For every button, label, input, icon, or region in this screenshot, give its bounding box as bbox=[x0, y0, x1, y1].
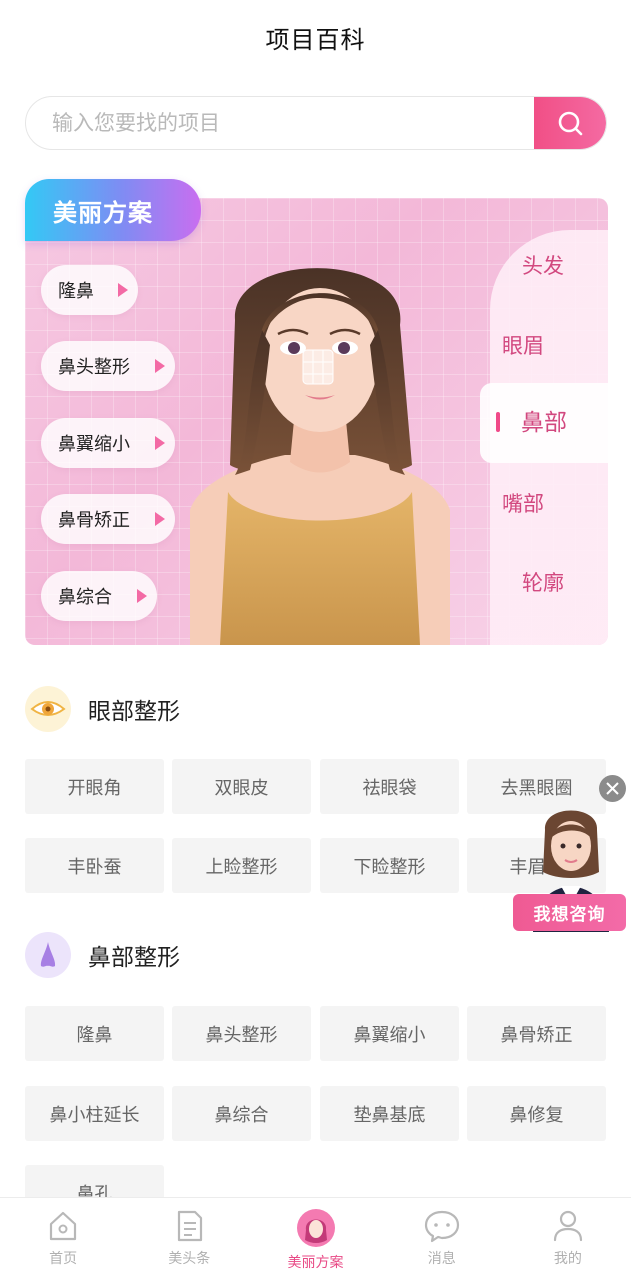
part-hair[interactable]: 头发 bbox=[478, 250, 608, 280]
procedure-label: 鼻综合 bbox=[58, 587, 112, 608]
face-part-panel: 头发 眼眉 鼻部 嘴部 轮廓 bbox=[480, 230, 608, 645]
close-consult-button[interactable] bbox=[599, 775, 626, 802]
profile-icon bbox=[553, 1210, 583, 1242]
procedure-tag[interactable]: 鼻翼缩小 bbox=[320, 1006, 459, 1061]
part-nose[interactable]: 鼻部 bbox=[480, 383, 608, 463]
home-icon bbox=[49, 1211, 77, 1241]
search-icon bbox=[558, 111, 583, 136]
play-arrow-icon bbox=[155, 512, 165, 526]
nav-label: 消息 bbox=[427, 1251, 456, 1267]
nav-beauty-plan[interactable]: 美丽方案 bbox=[252, 1198, 378, 1280]
header: 项目百科 bbox=[0, 0, 631, 74]
nav-home[interactable]: 首页 bbox=[0, 1198, 126, 1280]
procedure-label: 鼻翼缩小 bbox=[58, 434, 130, 455]
woman-illustration bbox=[190, 268, 450, 645]
procedure-button[interactable]: 鼻骨矫正 bbox=[41, 494, 175, 544]
procedure-tag[interactable]: 丰卧蚕 bbox=[25, 838, 164, 893]
search-bar bbox=[25, 96, 607, 150]
eye-icon bbox=[25, 686, 71, 732]
procedure-tag[interactable]: 垫鼻基底 bbox=[320, 1086, 459, 1141]
nose-icon bbox=[25, 932, 71, 978]
procedure-label: 鼻骨矫正 bbox=[58, 510, 130, 531]
procedure-label: 鼻头整形 bbox=[58, 357, 130, 378]
procedure-tag[interactable]: 双眼皮 bbox=[172, 759, 311, 814]
beauty-avatar-icon bbox=[296, 1209, 335, 1247]
procedure-tag[interactable]: 隆鼻 bbox=[25, 1006, 164, 1061]
procedure-tag[interactable]: 上睑整形 bbox=[172, 838, 311, 893]
nav-label: 我的 bbox=[553, 1251, 582, 1267]
play-arrow-icon bbox=[118, 283, 128, 297]
page-title: 项目百科 bbox=[265, 25, 366, 54]
procedure-button[interactable]: 鼻头整形 bbox=[41, 341, 175, 391]
procedure-tag[interactable]: 鼻修复 bbox=[467, 1086, 606, 1141]
procedure-tag[interactable]: 下睑整形 bbox=[320, 838, 459, 893]
nav-label: 美丽方案 bbox=[287, 1255, 344, 1271]
section-nose-header: 鼻部整形 bbox=[25, 932, 180, 978]
play-arrow-icon bbox=[137, 589, 147, 603]
bottom-nav: 首页 美头条 美丽方案 消息 我的 bbox=[0, 1197, 631, 1280]
procedure-button[interactable]: 鼻翼缩小 bbox=[41, 418, 175, 468]
search-input[interactable] bbox=[26, 97, 534, 149]
part-mouth[interactable]: 嘴部 bbox=[458, 488, 588, 518]
procedure-tag[interactable]: 鼻综合 bbox=[172, 1086, 311, 1141]
chat-icon bbox=[424, 1210, 459, 1243]
search-button[interactable] bbox=[534, 97, 606, 149]
play-arrow-icon bbox=[155, 359, 165, 373]
consult-button[interactable]: 我想咨询 bbox=[513, 894, 626, 931]
page: 项目百科 美丽方案 隆鼻 鼻头整形 鼻翼缩小 鼻骨矫正 bbox=[0, 0, 631, 1280]
nav-label: 首页 bbox=[49, 1251, 78, 1267]
procedure-tag[interactable]: 开眼角 bbox=[25, 759, 164, 814]
part-eyebrow[interactable]: 眼眉 bbox=[458, 330, 588, 360]
procedure-tag[interactable]: 祛眼袋 bbox=[320, 759, 459, 814]
procedure-button[interactable]: 隆鼻 bbox=[41, 265, 138, 315]
play-arrow-icon bbox=[155, 436, 165, 450]
beauty-plan-tag: 美丽方案 bbox=[25, 179, 201, 241]
close-icon bbox=[606, 782, 619, 795]
procedure-label: 隆鼻 bbox=[58, 281, 94, 302]
procedure-tag[interactable]: 鼻小柱延长 bbox=[25, 1086, 164, 1141]
section-title: 鼻部整形 bbox=[88, 945, 180, 971]
nav-headlines[interactable]: 美头条 bbox=[126, 1198, 252, 1280]
nav-messages[interactable]: 消息 bbox=[379, 1198, 505, 1280]
document-icon bbox=[178, 1210, 203, 1242]
procedure-button[interactable]: 鼻综合 bbox=[41, 571, 157, 621]
nav-label: 美头条 bbox=[168, 1251, 211, 1267]
section-eye-header: 眼部整形 bbox=[25, 686, 180, 732]
nav-profile[interactable]: 我的 bbox=[505, 1198, 631, 1280]
part-contour[interactable]: 轮廓 bbox=[478, 567, 608, 597]
procedure-tag[interactable]: 鼻骨矫正 bbox=[467, 1006, 606, 1061]
section-title: 眼部整形 bbox=[88, 699, 180, 725]
procedure-tag[interactable]: 鼻头整形 bbox=[172, 1006, 311, 1061]
